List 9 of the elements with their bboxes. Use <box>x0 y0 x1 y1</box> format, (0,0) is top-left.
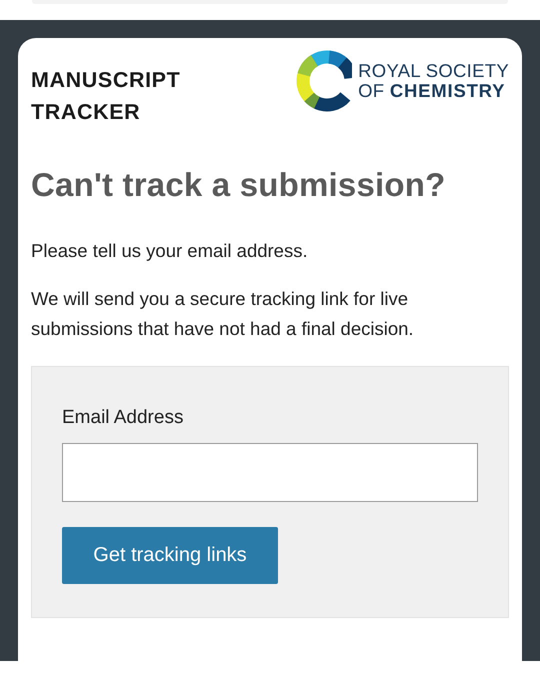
body-text: Please tell us your email address. <box>31 239 309 263</box>
email-field[interactable] <box>62 443 478 502</box>
get-links-button[interactable]: Get tracking links <box>62 527 278 584</box>
page-heading: Can't track a submission? <box>31 166 446 204</box>
logo-c-icon <box>296 50 352 112</box>
body-text: We will send you a secure tracking link for live submissions that have not had a final decision. <box>31 287 415 341</box>
logo-wordmark: ROYAL SOCIETY OF CHEMISTRY <box>358 61 509 101</box>
field-label: Email Address <box>62 407 184 429</box>
app-title: MANUSCRIPT TRACKER <box>31 67 182 126</box>
